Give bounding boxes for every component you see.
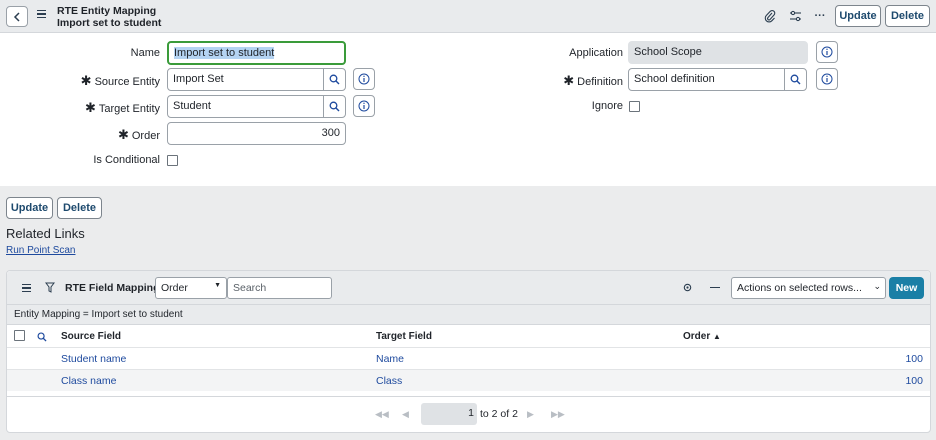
order-cell[interactable]: 100 [905,375,923,387]
sort-ascending-icon: ▲ [713,332,721,341]
search-icon [329,101,340,112]
filter-breadcrumb[interactable]: Entity Mapping = Import set to student [7,305,930,325]
definition-label: ✱ Definition [563,73,623,88]
column-search-icon[interactable] [37,332,47,342]
column-header-target-field[interactable]: Target Field [376,331,432,342]
is-conditional-checkbox[interactable] [167,155,178,166]
form-header: RTE Entity Mapping Import set to student… [0,0,936,33]
info-icon [358,100,370,112]
previous-page-icon[interactable]: ◀ [402,409,409,420]
first-page-icon[interactable]: ◀◀ [375,409,389,420]
form-title: RTE Entity Mapping [57,5,157,17]
source-lookup-button[interactable] [323,68,346,91]
actions-select[interactable]: Actions on selected rows... ⌄ [731,277,886,299]
search-field-select[interactable]: Order ▼ [155,277,227,299]
source-info-button[interactable] [353,68,375,90]
pagination: ◀◀ ◀ 1 to 2 of 2 ▶ ▶▶ [7,396,930,433]
source-entity-field[interactable]: Import Set [167,68,324,91]
target-field-cell[interactable]: Name [376,353,404,365]
related-links-heading: Related Links [6,226,85,241]
info-icon [358,73,370,85]
order-label: ✱ Order [117,127,160,142]
column-header-source-field[interactable]: Source Field [61,331,121,342]
list-title: RTE Field Mappings [65,282,166,294]
bottom-update-button[interactable]: Update [6,197,53,219]
related-list: RTE Field Mappings Order ▼ Search Action… [6,270,931,433]
bottom-delete-button[interactable]: Delete [57,197,102,219]
search-icon [329,74,340,85]
info-icon [821,73,833,85]
chevron-down-icon: ⌄ [873,281,881,291]
name-label: Name [130,47,160,59]
table-row: Class name Class 100 [7,369,930,391]
column-header-order[interactable]: Order ▲ [683,331,721,342]
application-label: Application [569,47,623,59]
target-entity-label: ✱ Target Entity [84,100,160,115]
list-header: RTE Field Mappings Order ▼ Search Action… [7,271,930,305]
target-info-button[interactable] [353,95,375,117]
list-search-input[interactable]: Search [227,277,332,299]
search-icon [790,74,801,85]
more-options-icon[interactable]: ··· [812,8,828,24]
order-cell[interactable]: 100 [905,353,923,365]
required-mark: ✱ [80,73,92,88]
new-button[interactable]: New [889,277,924,299]
context-menu-icon[interactable] [37,10,46,20]
ignore-label: Ignore [591,100,623,112]
back-button[interactable] [6,6,28,27]
settings-sliders-icon[interactable] [787,8,803,24]
order-field[interactable]: 300 [167,122,346,145]
definition-lookup-button[interactable] [784,68,807,91]
table-row: Student name Name 100 [7,347,930,369]
source-field-cell[interactable]: Student name [61,353,126,365]
is-conditional-label: Is Conditional [93,154,160,166]
next-page-icon[interactable]: ▶ [527,409,534,420]
source-field-cell[interactable]: Class name [61,375,116,387]
ignore-checkbox[interactable] [629,101,640,112]
collapse-icon[interactable] [710,287,720,289]
page-title: RTE Entity Mapping Import set to student [57,5,161,29]
info-icon [821,46,833,58]
dropdown-arrow-icon: ▼ [214,282,221,289]
paperclip-icon[interactable] [762,8,778,24]
form-subtitle: Import set to student [57,17,162,29]
chevron-left-icon [13,11,20,22]
gear-icon[interactable] [682,282,693,293]
run-point-scan-link[interactable]: Run Point Scan [6,245,76,256]
delete-button[interactable]: Delete [885,5,930,27]
filter-icon[interactable] [45,282,55,293]
source-entity-label: ✱ Source Entity [80,73,160,88]
target-field-cell[interactable]: Class [376,375,402,387]
page-range: to 2 of 2 [480,408,518,420]
page-number-input[interactable]: 1 [421,403,477,425]
last-page-icon[interactable]: ▶▶ [551,409,565,420]
definition-info-button[interactable] [816,68,838,90]
application-field: School Scope [628,41,808,64]
target-lookup-button[interactable] [323,95,346,118]
form-body: Name Import set to student ✱ Source Entit… [0,33,936,186]
definition-field[interactable]: School definition [628,68,785,91]
update-button[interactable]: Update [835,5,881,27]
name-value: Import set to student [174,47,275,59]
name-field[interactable]: Import set to student [167,41,346,65]
select-all-checkbox[interactable] [14,330,25,341]
target-entity-field[interactable]: Student [167,95,324,118]
list-menu-icon[interactable] [22,284,31,294]
application-info-button[interactable] [816,41,838,63]
